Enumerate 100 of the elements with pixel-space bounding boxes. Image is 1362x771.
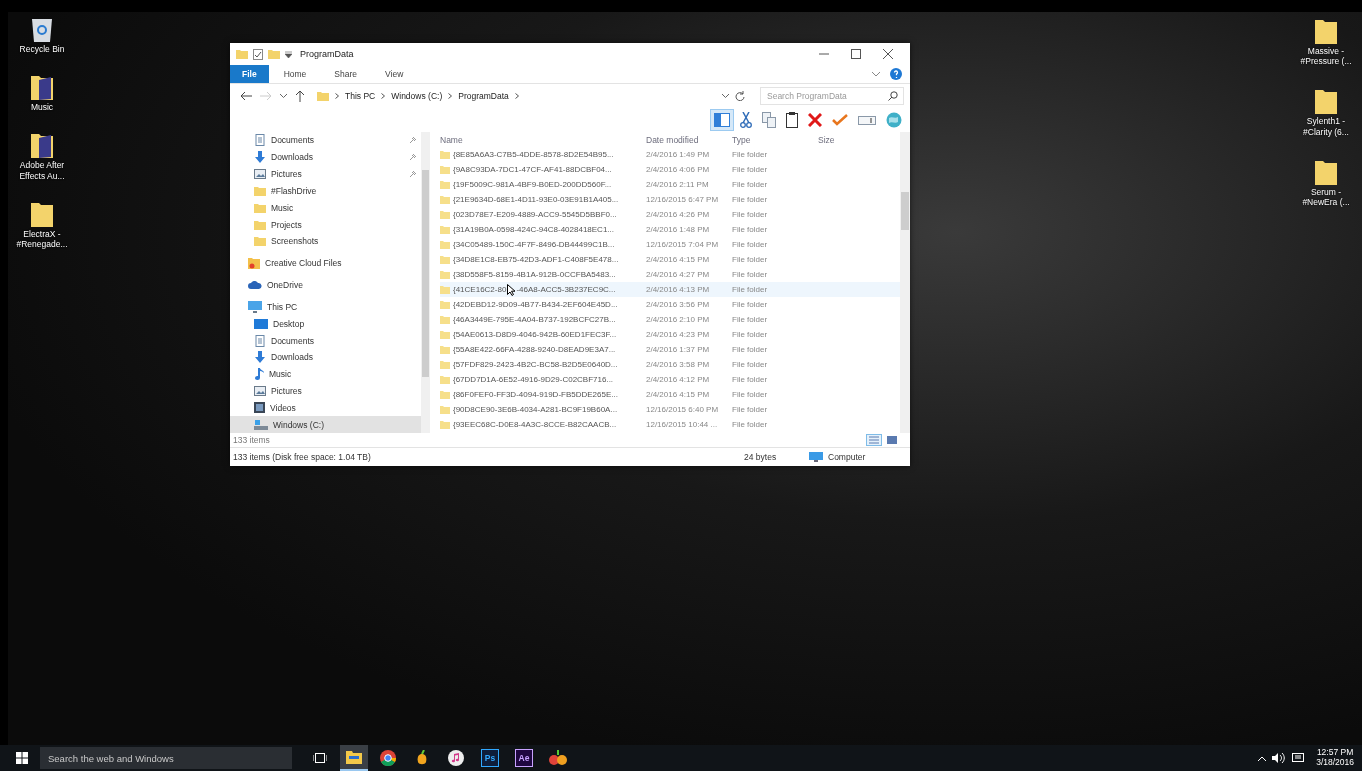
file-row[interactable]: {31A19B0A-0598-424C-94C8-4028418EC1... 2/4/2016 1:48 PM File folder xyxy=(440,222,900,237)
app-icon[interactable]: Ae xyxy=(515,749,533,767)
file-row[interactable]: {42DEBD12-9D09-4B77-B434-2EF604E45D... 2/4/2016 3:56 PM File folder xyxy=(440,297,900,312)
app-icon[interactable]: Ps xyxy=(481,749,499,767)
windows-logo-icon[interactable] xyxy=(16,752,28,764)
file-row[interactable]: {54AE0613-D8D9-4046-942B-60ED1FEC3F... 2/4/2016 4:23 PM File folder xyxy=(440,327,900,342)
pin-icon[interactable] xyxy=(409,136,417,145)
file-row[interactable]: {023D78E7-E209-4889-ACC9-5545D5BBF0... 2/4/2016 4:26 PM File folder xyxy=(440,207,900,222)
ribbon-tab[interactable]: File xyxy=(230,65,269,83)
nav-item[interactable]: Pictures xyxy=(230,382,421,400)
file-row[interactable]: {86F0FEF0-FF3D-4094-919D-FB5DDE265E... 2/4/2016 4:15 PM File folder xyxy=(440,387,900,402)
clock-date[interactable]: 3/18/2016 xyxy=(1316,758,1354,768)
desktop-icon-label[interactable]: Massive - #Pressure (... xyxy=(1296,46,1356,67)
column-header[interactable]: Type xyxy=(732,134,818,145)
view-button[interactable] xyxy=(884,434,900,446)
chevron-right-icon[interactable] xyxy=(381,93,386,99)
nav-item[interactable]: This PC xyxy=(230,298,421,316)
refresh-icon[interactable] xyxy=(735,91,745,101)
breadcrumb[interactable]: Windows (C:) xyxy=(391,91,443,101)
file-row[interactable]: {8E85A6A3-C7B5-4DDE-8578-8D2E54B95... 2/4/2016 1:49 PM File folder xyxy=(440,147,900,162)
ribbon-tab[interactable]: Home xyxy=(270,65,320,83)
nav-item[interactable]: Videos xyxy=(230,399,421,417)
column-header[interactable]: Date modified xyxy=(646,134,732,145)
folder-icon xyxy=(254,236,266,247)
taskbar-button[interactable] xyxy=(340,745,368,771)
notification-icon[interactable] xyxy=(1292,753,1305,763)
desktop-icon-label[interactable]: Adobe After Effects Au... xyxy=(12,160,72,181)
chevron-down-icon[interactable] xyxy=(722,94,729,98)
file-row[interactable]: {67DD7D1A-6E52-4916-9D29-C02CBF716... 2/4/2016 4:12 PM File folder xyxy=(440,372,900,387)
nav-item[interactable]: Desktop xyxy=(230,315,421,333)
file-row[interactable]: {38D558F5-8159-4B1A-912B-0CCFBA5483... 2/4/2016 4:27 PM File folder xyxy=(440,267,900,282)
chevron-up-icon[interactable] xyxy=(1258,755,1267,761)
folder-icon[interactable] xyxy=(1315,18,1337,44)
desktop-icon-label[interactable]: Music xyxy=(12,102,72,113)
folder-icon[interactable] xyxy=(31,132,53,159)
properties-icon[interactable] xyxy=(253,48,263,60)
file-row[interactable]: {21E9634D-68E1-4D11-93E0-03E91B1A405... 12/16/2015 6:47 PM File folder xyxy=(440,192,900,207)
search-field[interactable]: Search the web and Windows xyxy=(40,747,292,769)
nav-item[interactable]: Downloads xyxy=(230,148,421,166)
file-row[interactable]: {34C05489-150C-4F7F-8496-DB44499C1B... 12/16/2015 7:04 PM File folder xyxy=(440,237,900,252)
file-row[interactable]: {34D8E1C8-EB75-42D3-ADF1-C408F5E478... 2/4/2016 4:15 PM File folder xyxy=(440,252,900,267)
dropdown-caret-icon[interactable] xyxy=(285,50,292,58)
file-row[interactable]: {93EEC68C-D0E8-4A3C-8CCE-B82CAACB... 12/16/2015 10:44 ... File folder xyxy=(440,417,900,432)
scrollbar[interactable] xyxy=(421,132,430,433)
nav-item[interactable]: Screenshots xyxy=(230,232,421,250)
desktop-icon-label[interactable]: ElectraX - #Renegade... xyxy=(12,228,72,250)
back-arrow-icon[interactable] xyxy=(240,91,252,101)
file-row[interactable]: {41CE16C2-80 -46A8-ACC5-3B237EC9C... 2/4/2016 4:13 PM File folder xyxy=(440,282,900,297)
file-name: {86F0FEF0-FF3D-4094-919D-FB5DDE265E... xyxy=(453,390,618,399)
folder-icon[interactable] xyxy=(346,750,362,764)
help-icon[interactable] xyxy=(890,68,902,80)
desktop-icon-label[interactable]: Serum - #NewEra (... xyxy=(1296,186,1356,208)
plugin-icon[interactable] xyxy=(549,750,567,766)
desktop-icon-label[interactable]: Sylenth1 - #Clarity (6... xyxy=(1296,116,1356,137)
breadcrumb[interactable]: This PC xyxy=(345,91,376,101)
date-modified: 12/16/2015 6:40 PM xyxy=(646,405,720,414)
taskbar-button[interactable]: Ae xyxy=(510,745,538,771)
nav-item[interactable]: #FlashDrive xyxy=(230,182,421,200)
file-row[interactable]: {19F5009C-981A-4BF9-B0ED-200DD560F... 2/4/2016 2:11 PM File folder xyxy=(440,177,900,192)
taskbar-button[interactable]: Ps xyxy=(476,745,504,771)
file-row[interactable]: {55A8E422-66FA-4288-9240-D8EAD9E3A7... 2/4/2016 1:37 PM File folder xyxy=(440,342,900,357)
folder-icon[interactable] xyxy=(1315,88,1337,115)
browser-icon[interactable] xyxy=(380,750,396,766)
chevron-down-icon[interactable] xyxy=(280,94,287,98)
nav-item[interactable]: Projects xyxy=(230,216,421,233)
pin-icon[interactable] xyxy=(409,153,417,162)
chevron-right-icon[interactable] xyxy=(335,93,339,99)
nav-item[interactable]: Windows (C:) xyxy=(230,416,421,434)
file-type: File folder xyxy=(732,165,769,174)
ribbon-tab[interactable]: Share xyxy=(321,65,371,83)
breadcrumb[interactable]: ProgramData xyxy=(458,91,509,101)
clock-time[interactable]: 12:57 PM xyxy=(1316,748,1354,758)
pin-icon[interactable] xyxy=(409,170,417,179)
music-note-icon[interactable] xyxy=(448,750,464,766)
nav-item[interactable]: Downloads xyxy=(230,348,421,366)
speaker-icon[interactable] xyxy=(1272,753,1287,763)
file-row[interactable]: {57FDF829-2423-4B2C-BC58-B2D5E0640D... 2/4/2016 3:58 PM File folder xyxy=(440,357,900,372)
task-view-icon[interactable] xyxy=(313,752,327,764)
nav-item[interactable]: OneDrive xyxy=(230,276,421,294)
nav-item[interactable]: Music xyxy=(230,199,421,217)
up-arrow-icon[interactable] xyxy=(295,90,305,102)
nav-item[interactable]: Documents xyxy=(230,332,421,349)
column-header[interactable]: Name xyxy=(440,134,646,145)
nav-item[interactable]: Pictures xyxy=(230,165,421,183)
chevron-right-icon[interactable] xyxy=(448,93,453,99)
chevron-down-icon[interactable] xyxy=(872,71,880,77)
file-row[interactable]: {46A3449E-795E-4A04-B737-192BCFC27B... 2/4/2016 2:10 PM File folder xyxy=(440,312,900,327)
nav-item[interactable]: Music xyxy=(230,365,421,383)
file-row[interactable]: {9A8C93DA-7DC1-47CF-AF41-88DCBF04... 2/4/2016 4:06 PM File folder xyxy=(440,162,900,177)
scrollbar[interactable] xyxy=(900,132,910,433)
nav-item[interactable]: Creative Cloud Files xyxy=(230,254,421,272)
column-header[interactable]: Size xyxy=(818,134,878,145)
folder-icon[interactable] xyxy=(31,74,53,101)
chevron-right-icon[interactable] xyxy=(514,93,519,99)
ribbon-tab[interactable]: View xyxy=(372,65,417,83)
search-field[interactable]: Search ProgramData xyxy=(760,87,904,105)
file-row[interactable]: {90D8CE90-3E6B-4034-A281-BC9F19B60A... 12/16/2015 6:40 PM File folder xyxy=(440,402,900,417)
fruit-icon[interactable] xyxy=(416,750,428,766)
nav-item[interactable]: Documents xyxy=(230,132,421,149)
desktop-icon-label[interactable]: Recycle Bin xyxy=(12,44,72,55)
